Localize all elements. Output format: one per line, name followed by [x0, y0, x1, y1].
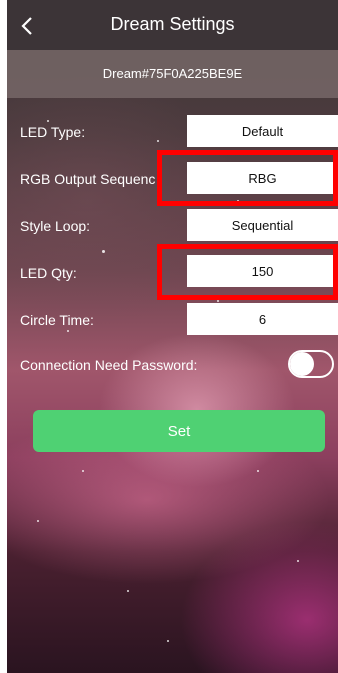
title-bar: Dream Settings [7, 0, 338, 50]
rgb-output-sequence-field[interactable]: RBG [187, 162, 338, 194]
page-title: Dream Settings [110, 14, 235, 34]
led-type-label: LED Type: [20, 124, 86, 140]
style-loop-label: Style Loop: [20, 218, 91, 234]
starfield-background [7, 0, 338, 673]
connection-password-toggle[interactable] [288, 350, 334, 378]
app-screen: Dream Settings Dream#75F0A225BE9E LED Ty… [7, 0, 338, 673]
led-qty-label: LED Qty: [20, 265, 77, 281]
set-button[interactable]: Set [33, 410, 325, 452]
rgb-output-sequence-label: RGB Output Sequenc : [20, 171, 164, 187]
device-id: Dream#75F0A225BE9E [102, 66, 243, 81]
device-bar: Dream#75F0A225BE9E [7, 50, 338, 98]
circle-time-label: Circle Time: [20, 312, 94, 328]
connection-password-label: Connection Need Password: [20, 357, 198, 373]
toggle-knob [290, 352, 314, 376]
led-type-field[interactable]: Default [187, 115, 338, 147]
style-loop-field[interactable]: Sequential [187, 209, 338, 241]
led-qty-field[interactable]: 150 [187, 255, 338, 287]
circle-time-field[interactable]: 6 [187, 303, 338, 335]
